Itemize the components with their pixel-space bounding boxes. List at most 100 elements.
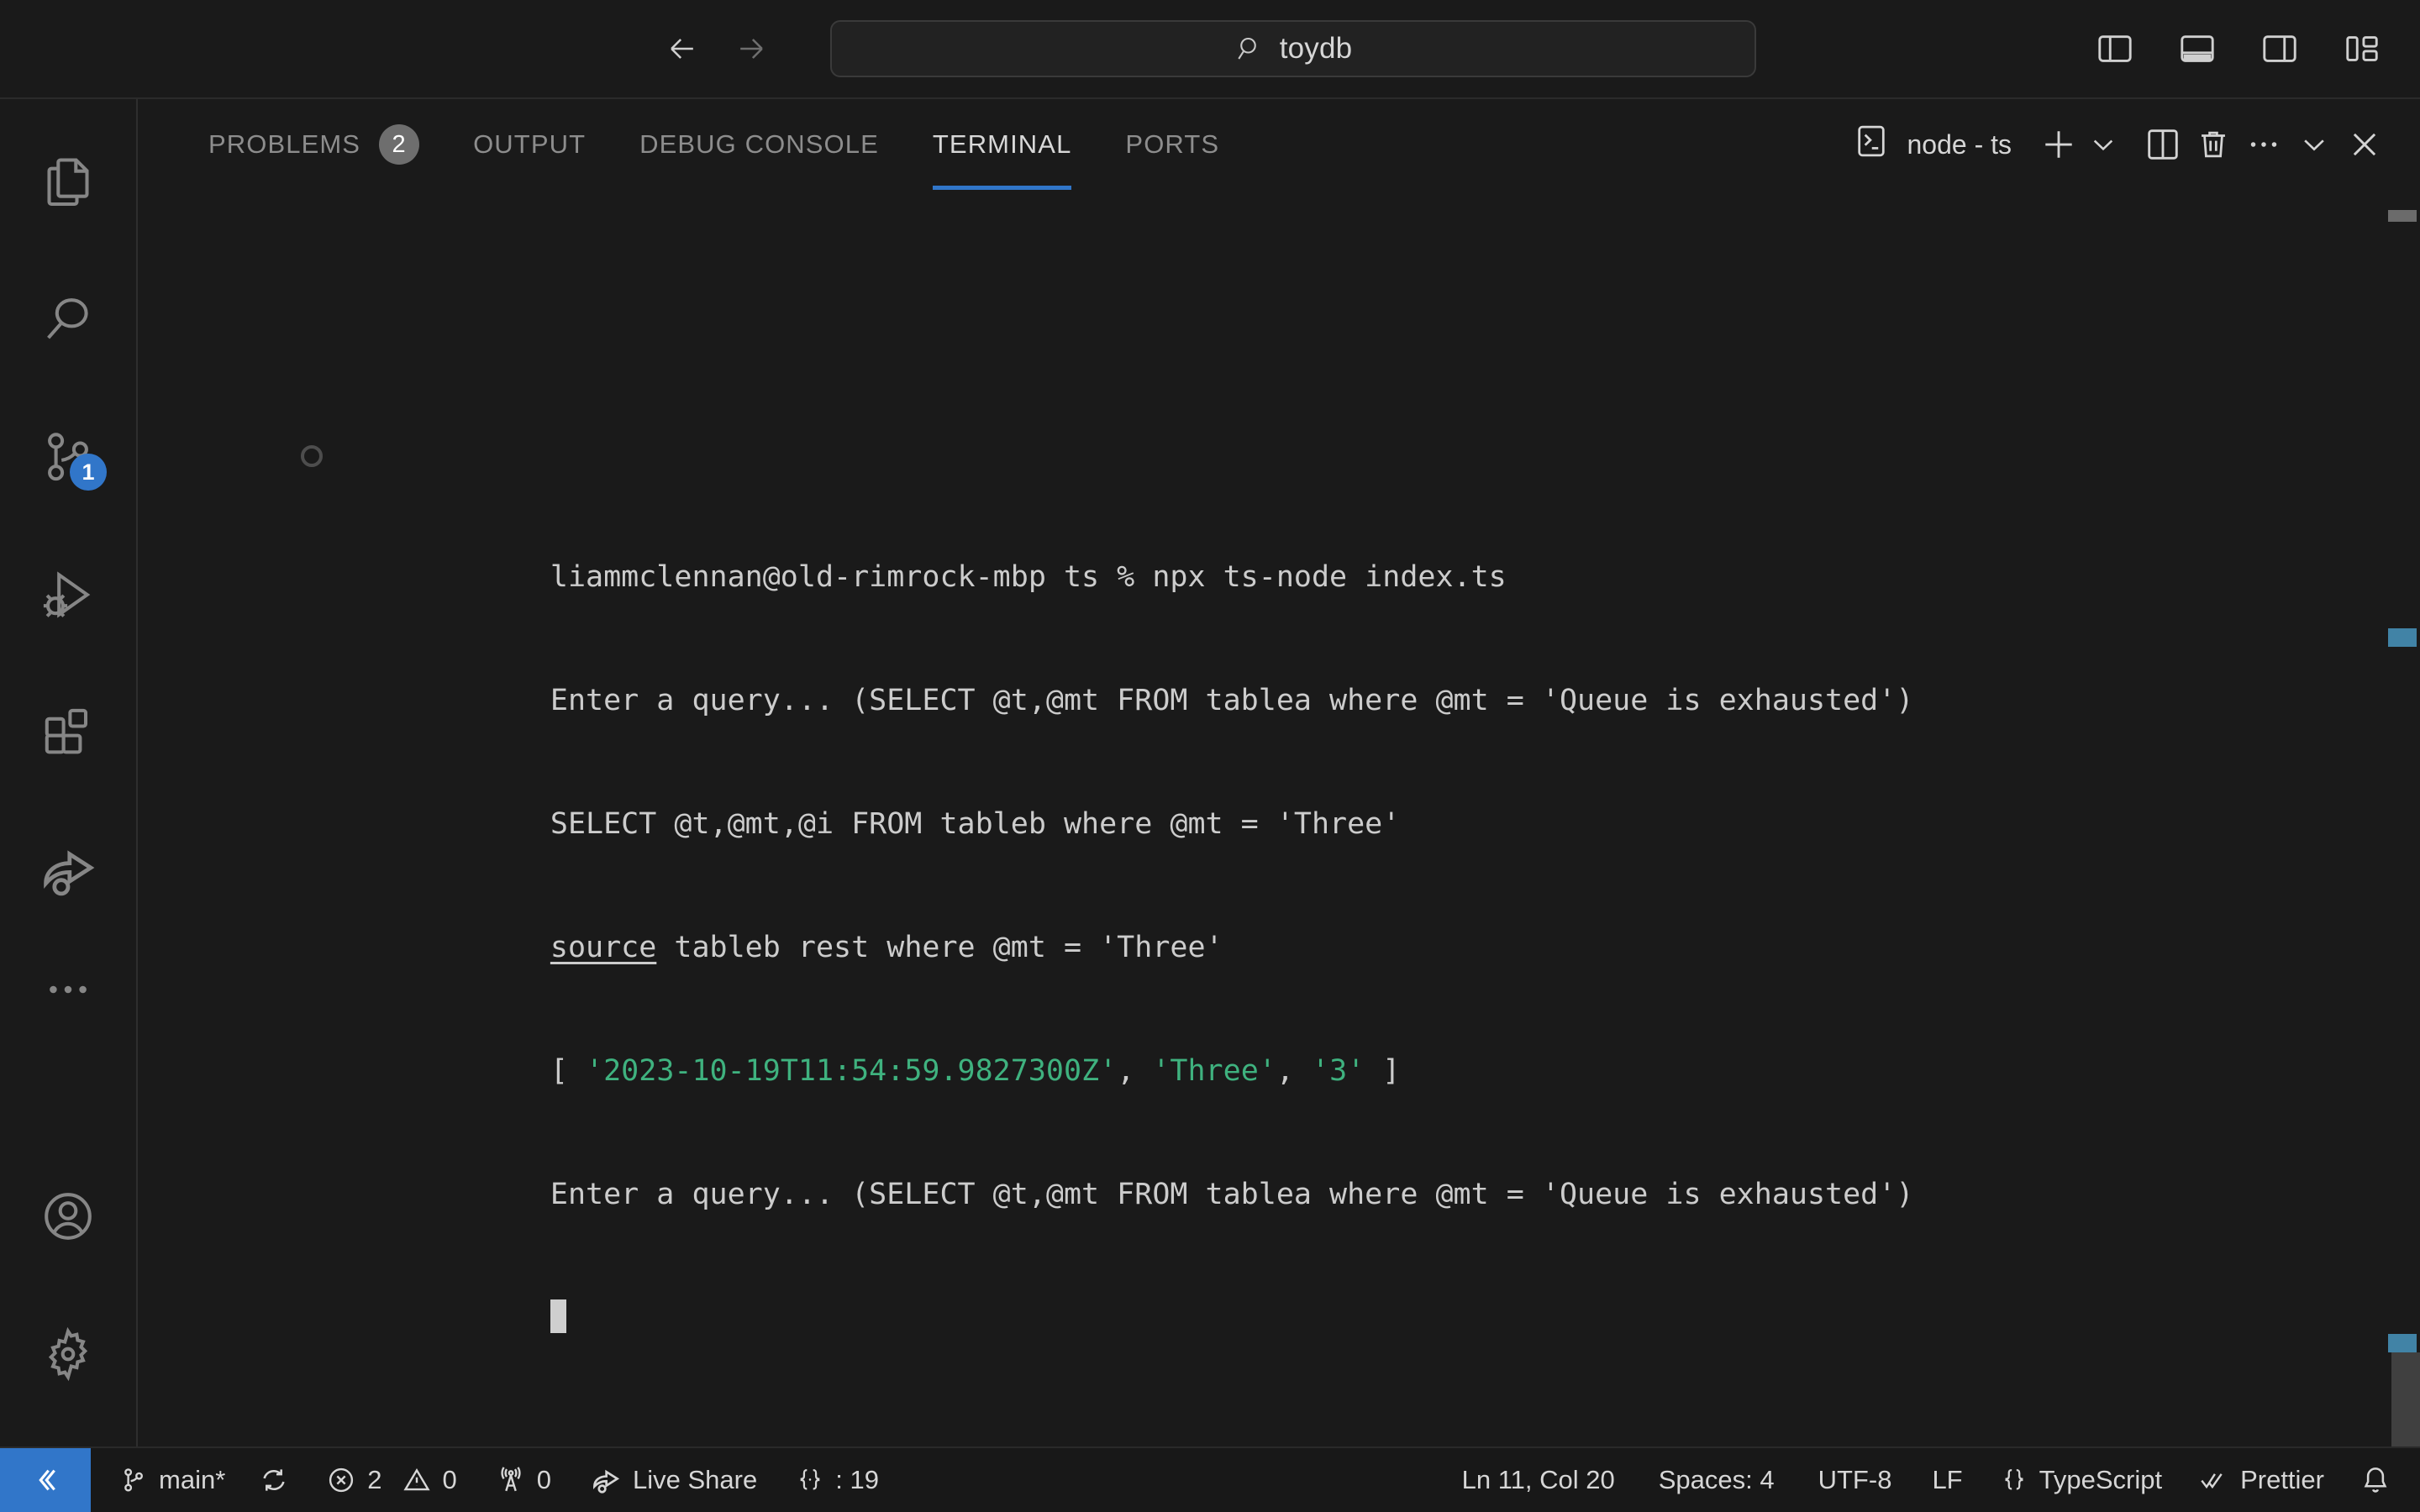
forward-button[interactable] (733, 30, 770, 67)
status-indentation[interactable]: Spaces: 4 (1637, 1448, 1797, 1512)
toggle-primary-sidebar-button[interactable] (2089, 23, 2141, 75)
status-live-share[interactable]: Live Share (568, 1448, 774, 1512)
ellipsis-icon (41, 963, 95, 1021)
status-prettier[interactable]: Prettier (2181, 1448, 2343, 1512)
terminal-text: ] (1365, 1054, 1401, 1088)
braces-icon (796, 1466, 824, 1494)
terminal-text: , (1117, 1054, 1153, 1088)
tab-debug-console[interactable]: DEBUG CONSOLE (613, 99, 906, 190)
terminal-text: Enter a query... (SELECT @t,@mt FROM tab… (550, 1178, 1914, 1211)
terminal-link[interactable]: source (550, 931, 656, 964)
status-notifications[interactable] (2343, 1448, 2420, 1512)
gear-icon (38, 1324, 98, 1389)
kill-terminal-button[interactable] (2188, 119, 2238, 170)
sidebar-item-accounts[interactable] (0, 1149, 137, 1287)
tab-ports[interactable]: PORTS (1098, 99, 1246, 190)
sidebar-item-extensions[interactable] (0, 665, 137, 803)
vscode-window: toydb 1 PROBLEMS 2 OUTPUT DEBUG CONSOLE … (0, 0, 2420, 1512)
terminal-tab-selector[interactable]: node - ts (1853, 123, 2012, 166)
selection-scroll-mark (2388, 1334, 2417, 1352)
sidebar-item-source-control[interactable]: 1 (0, 390, 137, 528)
terminal-line: Enter a query... (SELECT @t,@mt FROM tab… (338, 639, 1914, 717)
toggle-panel-button[interactable] (2171, 23, 2223, 75)
status-ports-count: 0 (536, 1465, 552, 1494)
workbench-body: 1 PROBLEMS 2 OUTPUT DEBUG CONSOLE TERMIN… (0, 99, 2420, 1446)
search-input-value[interactable]: toydb (1280, 32, 1353, 66)
sidebar-item-search[interactable] (0, 252, 137, 390)
warning-icon (402, 1465, 432, 1495)
panel-tabs: PROBLEMS 2 OUTPUT DEBUG CONSOLE TERMINAL… (182, 99, 1246, 190)
navigation-controls (664, 30, 770, 67)
terminal-text-green: '3' (1312, 1054, 1365, 1088)
status-branch-label: main* (159, 1465, 226, 1494)
status-indentation-label: Spaces: 4 (1658, 1465, 1775, 1494)
command-scroll-mark (2388, 210, 2417, 222)
layout-controls (2089, 23, 2388, 75)
activity-bar: 1 (0, 99, 138, 1446)
new-terminal-dropdown-button[interactable] (2084, 119, 2123, 170)
tab-output-label: OUTPUT (473, 129, 587, 159)
tab-ports-label: PORTS (1125, 129, 1220, 159)
bottom-panel: PROBLEMS 2 OUTPUT DEBUG CONSOLE TERMINAL… (138, 99, 2420, 1446)
problems-count-badge: 2 (379, 124, 420, 165)
terminal-line (338, 1257, 1913, 1333)
terminal-scrollbar[interactable] (2391, 1352, 2420, 1446)
debug-icon (38, 564, 98, 629)
status-eol[interactable]: LF (1913, 1448, 1981, 1512)
split-terminal-button[interactable] (2138, 119, 2188, 170)
tab-problems-label: PROBLEMS (208, 129, 361, 159)
new-terminal-button[interactable] (2033, 119, 2084, 170)
status-sync[interactable] (242, 1448, 306, 1512)
close-panel-button[interactable] (2339, 119, 2390, 170)
terminal-body[interactable]: liammclennan@old-rimrock-mbp ts % npx ts… (138, 190, 2420, 1446)
selection-scroll-mark (2388, 628, 2417, 647)
status-bar: main* 2 0 0 Live Share: 19 Ln 11, Col 2… (0, 1446, 2420, 1512)
terminal-text: SELECT @t,@mt,@i FROM tableb where @mt =… (550, 807, 1401, 841)
terminal-more-actions-button[interactable] (2238, 119, 2289, 170)
status-language-mode-label: TypeScript (2039, 1465, 2163, 1494)
status-cursor-position[interactable]: Ln 11, Col 20 (1440, 1448, 1637, 1512)
status-json-indent-label: : 19 (835, 1465, 879, 1494)
error-icon (326, 1465, 356, 1495)
command-decoration-icon[interactable] (301, 445, 323, 467)
back-button[interactable] (664, 30, 701, 67)
status-language-mode[interactable]: TypeScript (1981, 1448, 2181, 1512)
panel-header: PROBLEMS 2 OUTPUT DEBUG CONSOLE TERMINAL… (138, 99, 2420, 190)
status-json-indent[interactable]: : 19 (774, 1448, 896, 1512)
check-all-icon (2199, 1465, 2229, 1495)
toggle-secondary-sidebar-button[interactable] (2254, 23, 2306, 75)
customize-layout-button[interactable] (2336, 23, 2388, 75)
status-bar-left: main* 2 0 0 Live Share: 19 (91, 1448, 896, 1512)
live-share-icon (590, 1464, 622, 1496)
sidebar-item-settings[interactable] (0, 1287, 137, 1425)
status-branch[interactable]: main* (91, 1448, 242, 1512)
status-encoding[interactable]: UTF-8 (1797, 1448, 1914, 1512)
source-control-icon (119, 1466, 148, 1494)
terminal-line: SELECT @t,@mt,@i FROM tableb where @mt =… (338, 763, 1913, 841)
tab-problems[interactable]: PROBLEMS 2 (182, 99, 446, 190)
panel-actions: node - ts (1853, 99, 2390, 190)
sidebar-item-run-and-debug[interactable] (0, 528, 137, 665)
files-icon (38, 151, 98, 216)
status-eol-label: LF (1932, 1465, 1963, 1494)
command-center-search[interactable]: toydb (830, 20, 1756, 77)
extensions-icon (38, 702, 98, 767)
terminal-text: liammclennan@old-rimrock-mbp ts % npx ts… (550, 560, 1507, 594)
tab-debug-console-label: DEBUG CONSOLE (639, 129, 879, 159)
status-remote-host[interactable] (0, 1448, 91, 1512)
terminal-line: source tableb rest where @mt = 'Three' (338, 886, 1913, 964)
terminal-text: , (1276, 1054, 1313, 1088)
terminal-icon (1853, 123, 1890, 166)
tab-terminal[interactable]: TERMINAL (906, 99, 1099, 190)
sidebar-item-explorer[interactable] (0, 114, 137, 252)
terminal-output: liammclennan@old-rimrock-mbp ts % npx ts… (338, 433, 1913, 1380)
status-ports[interactable]: 0 (474, 1448, 568, 1512)
terminal-text: tableb rest where @mt = 'Three' (656, 931, 1223, 964)
sidebar-item-additional-views[interactable] (0, 941, 137, 1042)
sidebar-item-live-share[interactable] (0, 803, 137, 941)
maximize-panel-button[interactable] (2289, 119, 2339, 170)
live-share-icon (38, 840, 98, 905)
status-problems[interactable]: 2 0 (306, 1448, 474, 1512)
tab-output[interactable]: OUTPUT (446, 99, 613, 190)
search-icon (1234, 34, 1265, 64)
